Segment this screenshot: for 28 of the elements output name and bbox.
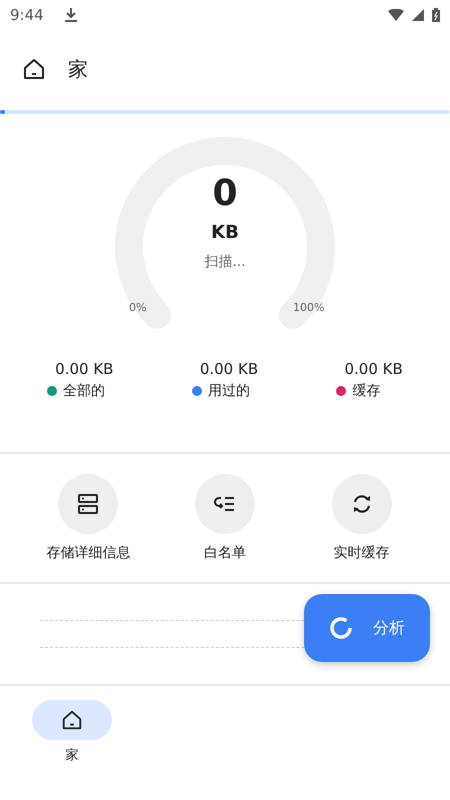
stat-value: 0.00 KB (344, 360, 403, 378)
gauge-min-label: 0% (129, 301, 146, 314)
gauge-unit: KB (211, 222, 239, 243)
stat-value: 0.00 KB (55, 360, 114, 378)
stat-label: 缓存 (352, 382, 380, 400)
action-label: 实时缓存 (334, 544, 390, 562)
stat-label: 全部的 (63, 382, 106, 400)
nav-label: 家 (66, 747, 78, 764)
action-label: 白名单 (204, 544, 246, 562)
scan-status: 扫描... (204, 253, 246, 271)
home-icon (61, 709, 83, 731)
storage-icon (77, 493, 100, 515)
battery-icon (432, 8, 440, 22)
stat-value: 0.00 KB (200, 360, 258, 378)
download-icon (64, 7, 78, 23)
home-icon[interactable] (22, 57, 46, 81)
gauge-value: 0 (212, 172, 238, 216)
list-icon (214, 495, 236, 513)
page-title: 家 (68, 56, 88, 82)
analyze-button[interactable]: 分析 (304, 594, 430, 662)
action-label: 存储详细信息 (46, 544, 130, 562)
wifi-icon (388, 9, 404, 21)
gauge-max-label: 100% (293, 301, 324, 314)
status-time: 9:44 (10, 6, 44, 24)
stat-label: 用过的 (208, 382, 250, 400)
nav-tab[interactable] (32, 700, 112, 740)
loading-icon (329, 616, 353, 640)
signal-icon (412, 9, 424, 21)
